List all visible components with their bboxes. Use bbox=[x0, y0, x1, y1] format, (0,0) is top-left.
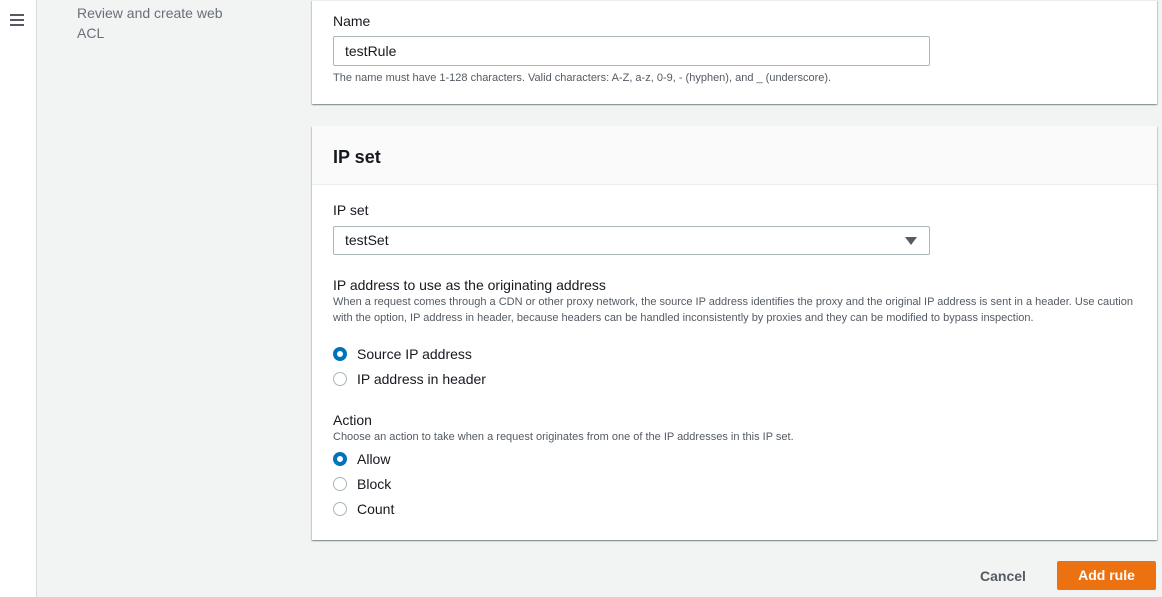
radio-source-ip-control[interactable] bbox=[333, 347, 347, 361]
name-label: Name bbox=[333, 13, 371, 29]
radio-count-control[interactable] bbox=[333, 502, 347, 516]
radio-allow-control[interactable] bbox=[333, 452, 347, 466]
action-label: Action bbox=[333, 412, 372, 428]
left-rail bbox=[0, 0, 37, 597]
hamburger-menu-icon[interactable] bbox=[10, 14, 24, 27]
radio-ip-in-header-label: IP address in header bbox=[357, 371, 486, 387]
radio-count-label: Count bbox=[357, 501, 395, 517]
caret-down-icon bbox=[905, 237, 917, 245]
radio-source-ip[interactable]: Source IP address bbox=[333, 344, 472, 364]
side-nav-item-review-create[interactable]: Review and create web ACL bbox=[77, 3, 247, 43]
side-navigation: Review and create web ACL bbox=[37, 0, 312, 597]
name-hint: The name must have 1-128 characters. Val… bbox=[333, 72, 832, 84]
rule-name-panel: Name The name must have 1-128 characters… bbox=[312, 0, 1157, 104]
radio-block-control[interactable] bbox=[333, 477, 347, 491]
ip-set-panel-header: IP set bbox=[312, 126, 1157, 185]
ip-set-select-value: testSet bbox=[345, 232, 389, 248]
ip-set-select-label: IP set bbox=[333, 202, 369, 218]
radio-ip-in-header-control[interactable] bbox=[333, 372, 347, 386]
ip-set-panel: IP set IP set testSet IP address to use … bbox=[312, 126, 1157, 540]
origin-address-desc: When a request comes through a CDN or ot… bbox=[333, 296, 1133, 324]
add-rule-button[interactable]: Add rule bbox=[1057, 561, 1156, 590]
radio-allow[interactable]: Allow bbox=[333, 449, 390, 469]
ip-set-panel-title: IP set bbox=[333, 147, 381, 167]
radio-ip-in-header[interactable]: IP address in header bbox=[333, 369, 486, 389]
ip-set-select[interactable]: testSet bbox=[333, 226, 930, 255]
radio-block[interactable]: Block bbox=[333, 474, 391, 494]
rule-name-input[interactable] bbox=[333, 36, 930, 66]
radio-count[interactable]: Count bbox=[333, 499, 394, 519]
action-desc: Choose an action to take when a request … bbox=[333, 431, 794, 443]
cancel-button[interactable]: Cancel bbox=[968, 562, 1038, 590]
origin-address-label: IP address to use as the originating add… bbox=[333, 277, 606, 293]
radio-allow-label: Allow bbox=[357, 451, 391, 467]
radio-block-label: Block bbox=[357, 476, 392, 492]
radio-source-ip-label: Source IP address bbox=[357, 346, 472, 362]
